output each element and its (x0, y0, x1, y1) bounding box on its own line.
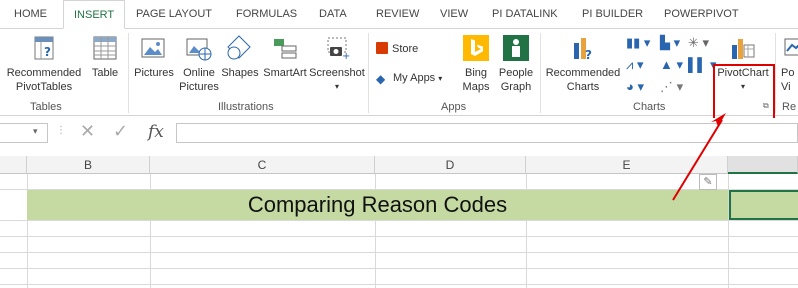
charts-group-label: Charts (633, 101, 666, 113)
recommended-charts-label: Recommended Charts (545, 67, 621, 93)
scatter-chart-icon[interactable]: ⋰ ▾ (660, 79, 683, 95)
formula-input[interactable] (176, 123, 798, 143)
bing-maps-label: Bing Maps (462, 67, 490, 93)
online-pictures-button[interactable]: Online Pictures (178, 33, 220, 94)
store-button[interactable]: Store (376, 42, 418, 55)
insert-function-button[interactable]: fx (148, 122, 164, 142)
cancel-icon[interactable]: ✕ (80, 121, 95, 142)
pictures-label: Pictures (134, 67, 174, 79)
selected-cell[interactable] (729, 190, 798, 220)
recommended-pivottables-button[interactable]: ? Recommended PivotTables (4, 33, 84, 94)
power-view-button[interactable]: Po Vi (781, 33, 798, 94)
power-view-label: Po Vi (781, 67, 795, 93)
tab-pi-datalink[interactable]: PI DATALINK (492, 8, 558, 20)
screenshot-icon: + (327, 37, 350, 62)
smartart-icon (274, 39, 297, 59)
name-box-dropdown-icon[interactable]: ▾ (33, 126, 38, 137)
formula-bar-grip-icon: ⋮ (56, 125, 66, 136)
column-header-e[interactable]: E (526, 156, 728, 174)
pictures-icon (141, 38, 165, 58)
line-chart-icon[interactable]: ⩘ ▾ (626, 57, 643, 73)
name-box[interactable]: ▾ (0, 123, 48, 143)
reports-group-label: Re (782, 101, 797, 113)
tab-insert[interactable]: INSERT (63, 0, 126, 29)
ribbon: ? Recommended PivotTables Table Tables P… (0, 28, 798, 130)
group-divider (540, 33, 541, 113)
shapes-icon (227, 35, 251, 60)
tab-data[interactable]: DATA (319, 8, 347, 20)
ribbon-tabs: HOME INSERT PAGE LAYOUT FORMULAS DATA RE… (0, 0, 798, 29)
table-label: Table (91, 67, 119, 79)
shapes-label: Shapes (221, 67, 259, 79)
illustrations-group-label: Illustrations (218, 101, 274, 113)
worksheet-grid: B C D E Comparing Reason Codes ✎ (0, 156, 798, 288)
waterfall-chart-icon[interactable]: ✳ ▾ (688, 35, 709, 51)
pie-chart-icon[interactable]: ◕ ▾ (626, 79, 644, 95)
tables-group-label: Tables (30, 101, 62, 113)
pivotchart-icon (732, 39, 755, 59)
bing-maps-icon (463, 35, 489, 61)
column-header-c[interactable]: C (150, 156, 375, 174)
online-pictures-icon (186, 38, 212, 61)
recommended-charts-button[interactable]: ? Recommended Charts (543, 33, 623, 94)
svg-text:?: ? (585, 48, 592, 62)
people-graph-label: People Graph (498, 67, 534, 93)
table-row[interactable] (0, 253, 798, 269)
title-cell-text: Comparing Reason Codes (247, 192, 508, 217)
tab-page-layout[interactable]: PAGE LAYOUT (136, 8, 212, 20)
online-pictures-label: Online Pictures (179, 67, 219, 93)
store-label: Store (392, 43, 419, 55)
group-divider (128, 33, 129, 113)
select-all-corner[interactable] (0, 156, 27, 174)
statistic-chart-icon[interactable]: ▲ ▾ (660, 57, 683, 73)
people-graph-icon (503, 35, 529, 61)
table-row[interactable] (0, 221, 798, 237)
my-apps-icon: ◆ (376, 72, 386, 86)
svg-text:+: + (342, 51, 350, 62)
table-icon (93, 36, 117, 60)
people-graph-button[interactable]: People Graph (496, 33, 536, 94)
table-row[interactable] (0, 237, 798, 253)
table-row[interactable] (0, 174, 798, 190)
my-apps-dropdown-icon[interactable]: ▾ (438, 74, 442, 83)
tab-formulas[interactable]: FORMULAS (236, 8, 297, 20)
tab-home[interactable]: HOME (14, 8, 47, 20)
tab-powerpivot[interactable]: POWERPIVOT (664, 8, 739, 20)
hierarchy-chart-icon[interactable]: ▙ ▾ (660, 35, 680, 51)
recommended-pivottables-label: Recommended PivotTables (6, 67, 82, 93)
table-button[interactable]: Table (86, 33, 124, 80)
group-divider (775, 33, 776, 113)
svg-text:?: ? (44, 45, 51, 59)
column-header-f[interactable] (728, 156, 798, 174)
column-chart-icon[interactable]: ▮▮ ▾ (626, 35, 650, 51)
screenshot-dropdown-icon[interactable]: ▾ (309, 80, 365, 94)
pictures-button[interactable]: Pictures (134, 33, 174, 80)
group-divider (368, 33, 369, 113)
screenshot-label: Screenshot (309, 67, 365, 79)
my-apps-button[interactable]: ◆ My Apps ▾ (376, 72, 442, 85)
paste-options-icon[interactable]: ✎ (699, 174, 717, 190)
recommended-pivottables-icon: ? (34, 36, 54, 60)
smartart-button[interactable]: SmartArt (260, 33, 310, 80)
apps-group-label: Apps (441, 101, 467, 113)
tab-view[interactable]: VIEW (440, 8, 468, 20)
screenshot-button[interactable]: + Screenshot ▾ (309, 33, 365, 94)
smartart-label: SmartArt (263, 67, 307, 79)
enter-icon[interactable]: ✓ (113, 121, 128, 142)
table-row[interactable] (0, 269, 798, 285)
column-header-d[interactable]: D (375, 156, 526, 174)
column-header-b[interactable]: B (27, 156, 150, 174)
recommended-charts-icon: ? (574, 38, 592, 62)
tab-review[interactable]: REVIEW (376, 8, 419, 20)
bing-maps-button[interactable]: Bing Maps (461, 33, 491, 94)
formula-bar: ▾ ⋮ ✕ ✓ fx (0, 118, 798, 148)
tab-pi-builder[interactable]: PI BUILDER (582, 8, 643, 20)
power-view-icon (784, 38, 798, 56)
store-icon (376, 42, 388, 54)
shapes-button[interactable]: Shapes (220, 33, 260, 80)
my-apps-label: My Apps (393, 72, 436, 84)
